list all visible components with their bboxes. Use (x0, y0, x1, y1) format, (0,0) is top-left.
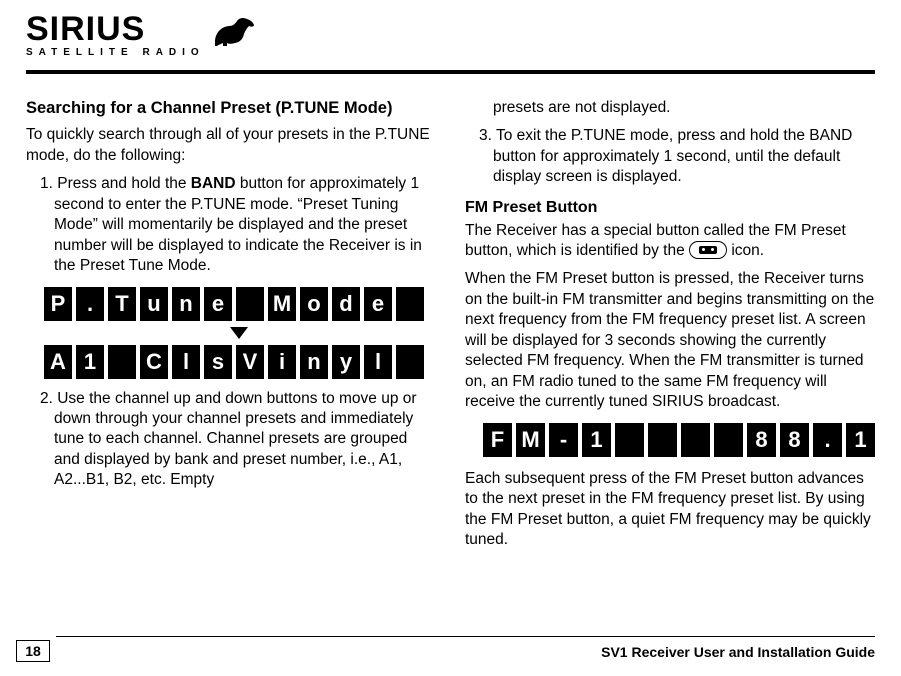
lcd-cell (615, 423, 644, 457)
lcd-cell: o (300, 287, 328, 321)
lcd-cell: - (549, 423, 578, 457)
lcd-cell: y (332, 345, 360, 379)
brand-name: SIRIUS (26, 14, 205, 45)
lcd-cell: u (140, 287, 168, 321)
lcd-cell: e (204, 287, 232, 321)
step-3: 3. To exit the P.TUNE mode, press and ho… (479, 126, 875, 187)
brand-tagline: SATELLITE RADIO (26, 47, 205, 58)
lcd-cell: 1 (76, 345, 104, 379)
lcd-cell: 8 (780, 423, 809, 457)
lcd-cell (108, 345, 136, 379)
lcd-cell: l (364, 345, 392, 379)
footer-title: SV1 Receiver User and Installation Guide (601, 644, 875, 660)
lcd-cell: P (44, 287, 72, 321)
fm-preset-p1a: The Receiver has a special button called… (465, 222, 846, 259)
step-2: 2. Use the channel up and down buttons t… (40, 389, 433, 491)
lcd-cell (648, 423, 677, 457)
lcd-cell: 1 (582, 423, 611, 457)
lcd-ptune-display: P.TuneMode A1ClsVinyl (44, 287, 433, 379)
lcd-cell: V (236, 345, 264, 379)
band-label: BAND (191, 175, 236, 192)
lcd-cell: s (204, 345, 232, 379)
lcd-cell: C (140, 345, 168, 379)
lcd-cell (236, 287, 264, 321)
lcd-cell: d (332, 287, 360, 321)
right-column: presets are not displayed. 3. To exit th… (465, 98, 875, 559)
fm-preset-p1: The Receiver has a special button called… (465, 221, 875, 262)
lcd-cell: l (172, 345, 200, 379)
section-heading-ptune: Searching for a Channel Preset (P.TUNE M… (26, 98, 433, 120)
lcd-cell (396, 287, 424, 321)
brand-logo: SIRIUS SATELLITE RADIO (26, 14, 875, 58)
lcd-cell: i (268, 345, 296, 379)
lcd-cell: M (268, 287, 296, 321)
lcd-cell: n (300, 345, 328, 379)
page-number: 18 (16, 640, 50, 662)
lcd-cell: 8 (747, 423, 776, 457)
lcd-cell (714, 423, 743, 457)
lcd-cell: M (516, 423, 545, 457)
lcd-cell: A (44, 345, 72, 379)
lcd-cell: 1 (846, 423, 875, 457)
fm-preset-p1b: icon. (727, 242, 764, 259)
step-1: 1. Press and hold the BAND button for ap… (40, 174, 433, 276)
arrow-down-icon (230, 327, 248, 339)
step-1-text-a: 1. Press and hold the (40, 175, 191, 192)
lcd-cell (396, 345, 424, 379)
lcd-cell (681, 423, 710, 457)
header-rule (26, 70, 875, 74)
lcd-cell: . (76, 287, 104, 321)
lcd-cell: T (108, 287, 136, 321)
fm-preset-button-icon (689, 241, 727, 259)
lcd-cell: F (483, 423, 512, 457)
step-2-continuation: presets are not displayed. (465, 98, 875, 118)
section-heading-fm-preset: FM Preset Button (465, 197, 875, 218)
left-column: Searching for a Channel Preset (P.TUNE M… (26, 98, 433, 559)
lcd-fm-display: FM-188.1 (483, 423, 875, 457)
lcd-cell: . (813, 423, 842, 457)
fm-preset-p3: Each subsequent press of the FM Preset b… (465, 469, 875, 551)
lcd-cell: e (364, 287, 392, 321)
dog-icon (211, 14, 257, 53)
intro-text: To quickly search through all of your pr… (26, 125, 433, 166)
page-footer: 18 SV1 Receiver User and Installation Gu… (0, 636, 901, 662)
fm-preset-p2: When the FM Preset button is pressed, th… (465, 269, 875, 412)
lcd-cell: n (172, 287, 200, 321)
